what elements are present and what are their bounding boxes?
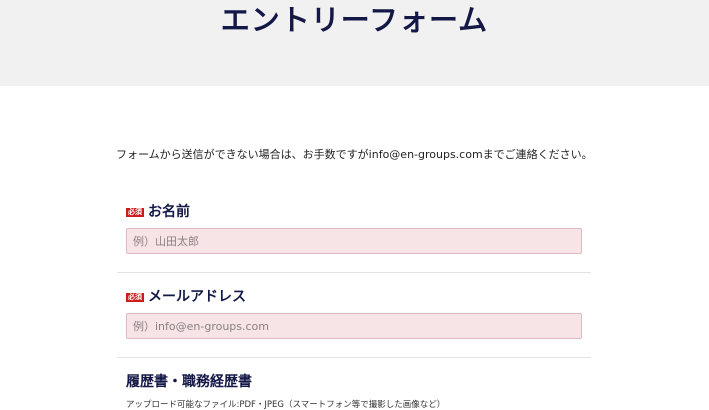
upload-file-note: アップロード可能なファイル:PDF・JPEG（スマートフォン等で撮影した画像など… (126, 400, 446, 410)
name-label: お名前 (148, 204, 190, 220)
entry-form-page: エントリーフォーム フォームから送信ができない場合は、お手数ですがinfo@en… (0, 0, 709, 410)
email-field-group: 必須 メールアドレス (126, 287, 590, 343)
name-input[interactable] (126, 228, 582, 254)
email-label: メールアドレス (148, 289, 246, 305)
name-field-group: 必須 お名前 (126, 202, 590, 258)
divider (117, 357, 591, 358)
page-header: エントリーフォーム (0, 0, 709, 86)
contact-notice: フォームから送信ができない場合は、お手数ですがinfo@en-groups.co… (116, 148, 593, 161)
required-badge: 必須 (126, 207, 144, 217)
divider (117, 272, 591, 273)
name-label-row: 必須 お名前 (126, 202, 590, 222)
required-badge: 必須 (126, 292, 144, 302)
resume-field-group: 履歴書・職務経歴書 (126, 372, 590, 394)
resume-label: 履歴書・職務経歴書 (126, 374, 252, 390)
resume-label-row: 履歴書・職務経歴書 (126, 372, 590, 392)
email-input[interactable] (126, 313, 582, 339)
page-title: エントリーフォーム (220, 3, 489, 37)
email-label-row: 必須 メールアドレス (126, 287, 590, 307)
